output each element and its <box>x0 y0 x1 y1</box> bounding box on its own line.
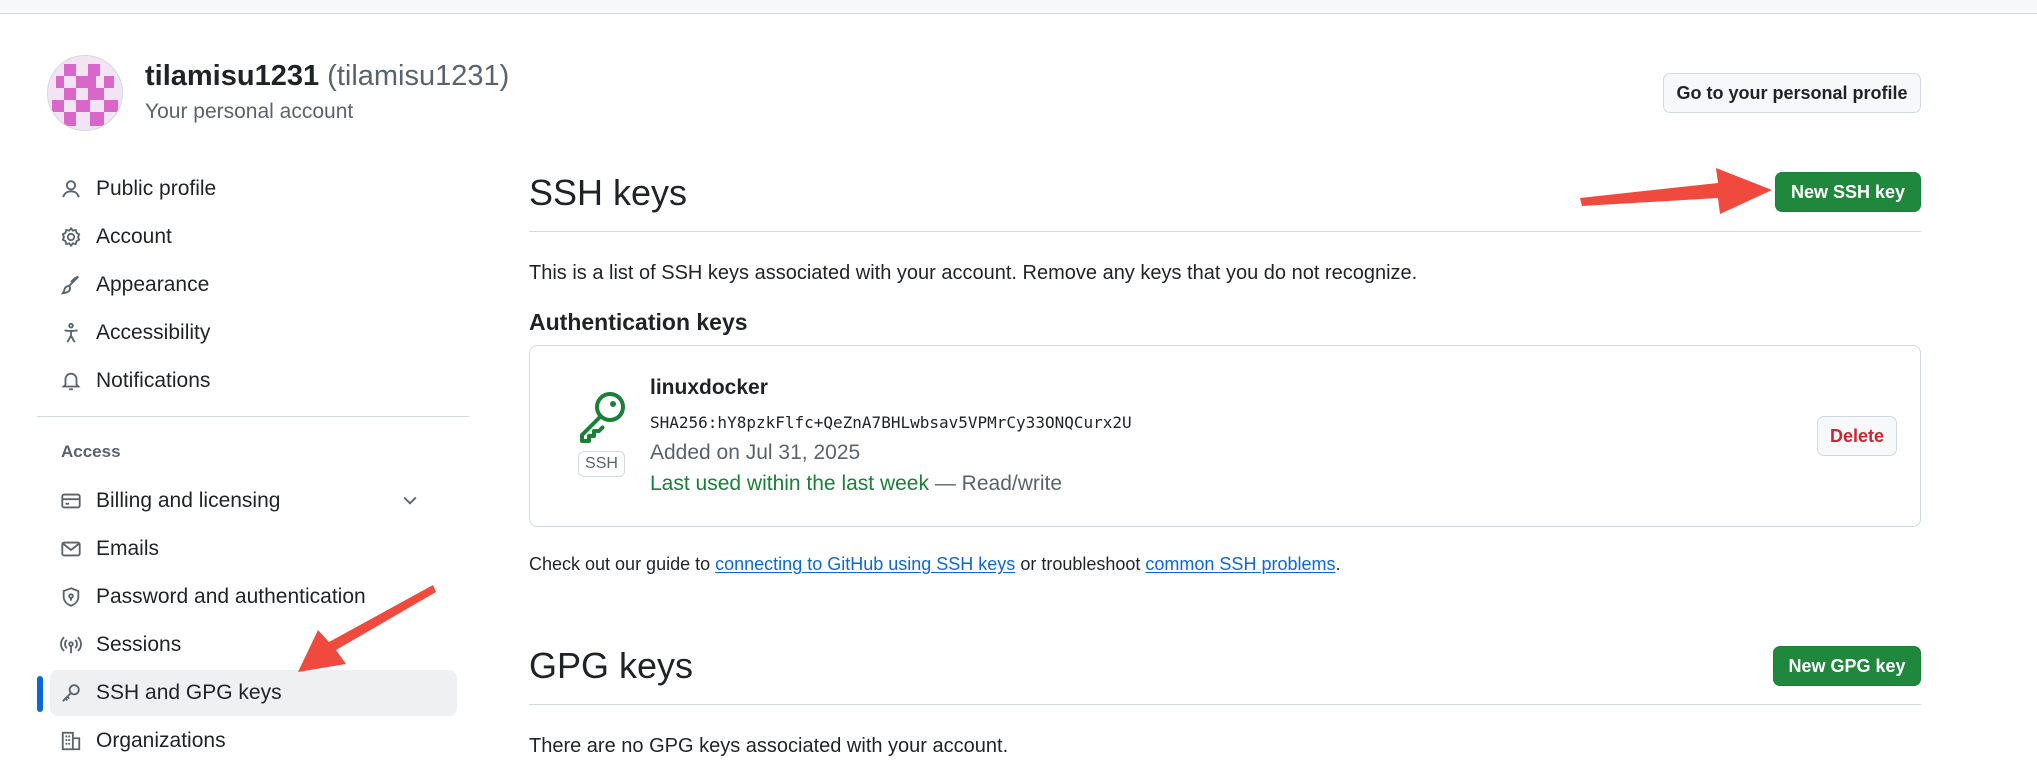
sidebar-item-billing[interactable]: Billing and licensing <box>50 478 444 524</box>
ssh-description: This is a list of SSH keys associated wi… <box>529 262 1418 284</box>
guide-middle: or troubleshoot <box>1020 554 1141 574</box>
user-name: tilamisu1231 (tilamisu1231) <box>145 60 509 93</box>
new-gpg-key-button[interactable]: New GPG key <box>1773 646 1921 686</box>
sidebar-item-sessions[interactable]: Sessions <box>50 622 444 668</box>
gear-icon <box>58 224 84 250</box>
sidebar-item-label: Sessions <box>96 633 182 656</box>
mail-icon <box>58 536 84 562</box>
bell-icon <box>58 368 84 394</box>
chevron-down-icon[interactable] <box>400 490 420 516</box>
guide-prefix: Check out our guide to <box>529 554 711 574</box>
ssh-type-label: SSH <box>578 451 625 477</box>
sidebar-item-label: Emails <box>96 537 160 560</box>
accessibility-icon <box>58 320 84 346</box>
authentication-keys-heading: Authentication keys <box>529 309 748 335</box>
sidebar-item-label: Billing and licensing <box>96 489 281 512</box>
sidebar-item-emails[interactable]: Emails <box>50 526 444 572</box>
key-icon <box>58 680 84 706</box>
sidebar-item-appearance[interactable]: Appearance <box>50 262 444 308</box>
sidebar-section-access: Access <box>61 442 121 461</box>
sidebar-item-label: Appearance <box>96 273 210 296</box>
organization-icon <box>58 728 84 754</box>
sidebar-item-accessibility[interactable]: Accessibility <box>50 310 444 356</box>
sidebar-item-label: Account <box>96 225 172 248</box>
key-fingerprint: SHA256:hY8pzkFlfc+QeZnA7BHLwbsav5VPMrCy3… <box>650 413 1132 432</box>
person-icon <box>58 176 84 202</box>
sidebar-item-label: Notifications <box>96 369 211 392</box>
user-login: (tilamisu1231) <box>327 60 510 92</box>
go-to-profile-button[interactable]: Go to your personal profile <box>1663 73 1921 113</box>
ssh-divider <box>529 231 1921 232</box>
credit-card-icon <box>58 488 84 514</box>
gpg-keys-heading: GPG keys <box>529 645 694 686</box>
arrow-to-new-ssh-key <box>1580 168 1772 214</box>
new-ssh-key-button[interactable]: New SSH key <box>1775 172 1921 212</box>
delete-key-button[interactable]: Delete <box>1817 416 1897 456</box>
sidebar-item-label: Password and authentication <box>96 585 366 608</box>
sidebar-item-account[interactable]: Account <box>50 214 444 260</box>
key-last-used-label: Last used within the last week <box>650 472 929 495</box>
account-type: Your personal account <box>145 100 354 123</box>
sidebar-item-label: Organizations <box>96 729 226 752</box>
sidebar-item-label: Public profile <box>96 177 217 200</box>
key-access: — Read/write <box>934 472 1063 495</box>
sidebar-item-organizations[interactable]: Organizations <box>50 718 444 764</box>
shield-lock-icon <box>58 584 84 610</box>
sidebar-item-label: Accessibility <box>96 321 211 344</box>
gpg-empty-text: There are no GPG keys associated with yo… <box>529 735 1009 757</box>
ssh-guide-text: Check out our guide to connecting to Git… <box>529 554 1341 575</box>
top-bar <box>0 0 2037 14</box>
sidebar-item-password-authentication[interactable]: Password and authentication <box>50 574 444 620</box>
sidebar-item-label: SSH and GPG keys <box>96 681 282 704</box>
user-display-name: tilamisu1231 <box>145 60 320 92</box>
guide-suffix: . <box>1335 554 1341 574</box>
key-added-date: Added on Jul 31, 2025 <box>650 441 861 464</box>
active-indicator <box>37 676 43 712</box>
sidebar-item-ssh-gpg-keys[interactable]: SSH and GPG keys <box>50 670 457 716</box>
ssh-keys-heading: SSH keys <box>529 172 688 213</box>
key-last-used: Last used within the last week — Read/wr… <box>650 472 1062 496</box>
sidebar-item-public-profile[interactable]: Public profile <box>50 166 444 212</box>
key-icon <box>577 390 627 449</box>
ssh-key-item <box>529 345 1921 527</box>
key-title: linuxdocker <box>650 376 768 399</box>
avatar[interactable] <box>47 55 123 131</box>
paintbrush-icon <box>58 272 84 298</box>
sidebar-divider <box>37 416 469 417</box>
sidebar-item-notifications[interactable]: Notifications <box>50 358 444 404</box>
connecting-guide-link[interactable]: connecting to GitHub using SSH keys <box>715 554 1015 574</box>
gpg-divider <box>529 704 1921 705</box>
common-problems-link[interactable]: common SSH problems <box>1145 554 1335 574</box>
broadcast-icon <box>58 632 84 658</box>
